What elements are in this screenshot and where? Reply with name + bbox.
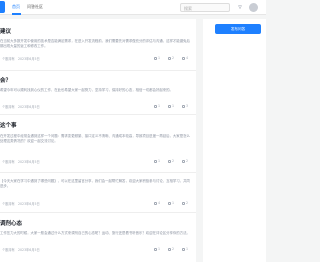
- item-description: 【今天大家在学习中遇到了哪些问题】，可以在这里留言分享，我们会一起帮忙解答，欢迎…: [0, 179, 190, 189]
- like-count: 1: [172, 104, 175, 108]
- like-icon[interactable]: [168, 159, 171, 163]
- item-date: 2023年6月5日: [18, 57, 40, 61]
- like-icon[interactable]: [168, 56, 171, 60]
- view-icon: [154, 201, 157, 205]
- top-navigation-bar: 首页 问答社区 搜索 ▿: [0, 0, 266, 15]
- like-count: 1: [172, 201, 175, 205]
- item-date: 2023年6月5日: [18, 160, 40, 164]
- item-title[interactable]: 调剂心态: [0, 219, 22, 227]
- view-icon: [154, 104, 157, 108]
- item-title[interactable]: 这个事: [0, 121, 17, 129]
- comment-count: 4: [186, 56, 189, 60]
- item-author[interactable]: 个股持有: [2, 201, 15, 206]
- comment-icon[interactable]: [182, 104, 185, 108]
- item-meta: 个股持有 2023年6月5日 1 1 3: [0, 104, 196, 109]
- view-count: 1: [158, 56, 161, 60]
- view-icon: [154, 159, 157, 163]
- item-date: 2023年6月5日: [18, 248, 40, 252]
- view-icon: [154, 56, 157, 60]
- list-item[interactable]: 调剂心态 工作压力大的时候，大家一般会通过什么方式来调剂自己的心态呢？运动、旅行…: [0, 213, 196, 262]
- view-count: 1: [158, 159, 161, 163]
- item-description: 在开发过程中经常会遇到这样一个问题：需求变更频繁、接口定义不清晰、沟通成本较高，…: [0, 134, 190, 144]
- bell-icon[interactable]: ▿: [236, 3, 244, 12]
- item-date: 2023年6月5日: [18, 105, 40, 109]
- list-item[interactable]: 这个事 在开发过程中经常会遇到这样一个问题：需求变更频繁、接口定义不清晰、沟通成…: [0, 115, 196, 173]
- question-feed: 建议 在当前大多数开发中使用的技术是否能满足需求，在进入开发流程前，我们需要先对…: [0, 19, 196, 262]
- publish-question-button[interactable]: 发布问答: [215, 24, 261, 34]
- item-date: 2023年6月5日: [18, 202, 40, 206]
- like-count: 2: [172, 56, 175, 60]
- active-tab-indicator: [12, 13, 21, 15]
- comment-count: 2: [186, 159, 189, 163]
- item-meta: 个股持有 2023年6月5日 1 2 4: [0, 56, 196, 61]
- item-author[interactable]: 个股持有: [2, 159, 15, 164]
- item-author[interactable]: 个股持有: [2, 56, 15, 61]
- comment-count: 2: [186, 201, 189, 205]
- item-meta: 个股持有 2023年6月5日 1 2 2: [0, 159, 196, 164]
- like-icon[interactable]: [168, 104, 171, 108]
- list-item[interactable]: 会？ 希望今年可以顺利找到心仪的工作，在此也希望大家一起努力，坚持学习，保持好的…: [0, 71, 196, 115]
- tab-home[interactable]: 首页: [12, 4, 20, 10]
- site-logo[interactable]: [0, 1, 5, 13]
- comment-icon[interactable]: [182, 247, 185, 251]
- item-title[interactable]: 会？: [0, 76, 11, 84]
- like-count: 2: [172, 159, 175, 163]
- view-count: 1: [158, 104, 161, 108]
- comment-count: 3: [186, 104, 189, 108]
- view-icon: [154, 247, 157, 251]
- view-count: 4: [158, 201, 161, 205]
- tab-qa-community[interactable]: 问答社区: [27, 4, 43, 10]
- search-input[interactable]: 搜索: [180, 3, 230, 12]
- item-author[interactable]: 个股持有: [2, 104, 15, 109]
- like-icon[interactable]: [168, 247, 171, 251]
- like-count: 2: [172, 247, 175, 251]
- user-avatar[interactable]: [249, 3, 258, 12]
- list-item[interactable]: 建议 在当前大多数开发中使用的技术是否能满足需求，在进入开发流程前，我们需要先对…: [0, 19, 196, 71]
- like-icon[interactable]: [168, 201, 171, 205]
- comment-count: 1: [186, 247, 189, 251]
- comment-icon[interactable]: [182, 201, 185, 205]
- comment-icon[interactable]: [182, 56, 185, 60]
- item-description: 在当前大多数开发中使用的技术是否能满足需求，在进入开发流程前，我们需要先对需求做…: [0, 39, 190, 49]
- view-count: 1: [158, 247, 161, 251]
- right-sidebar: 发布问答: [203, 19, 266, 262]
- item-meta: 个股持有 2023年6月5日 1 2 1: [0, 247, 196, 252]
- comment-icon[interactable]: [182, 159, 185, 163]
- item-meta: 个股持有 2023年6月5日 4 1 2: [0, 201, 196, 206]
- item-author[interactable]: 个股持有: [2, 247, 15, 252]
- item-description: 工作压力大的时候，大家一般会通过什么方式来调剂自己的心态呢？运动、旅行还是看书听…: [0, 231, 190, 235]
- item-title[interactable]: 建议: [0, 27, 11, 35]
- item-description: 希望今年可以顺利找到心仪的工作，在此也希望大家一起努力，坚持学习，保持好的心态，…: [0, 88, 173, 92]
- list-item[interactable]: 【今天大家在学习中遇到了哪些问题】，可以在这里留言分享，我们会一起帮忙解答，欢迎…: [0, 173, 196, 213]
